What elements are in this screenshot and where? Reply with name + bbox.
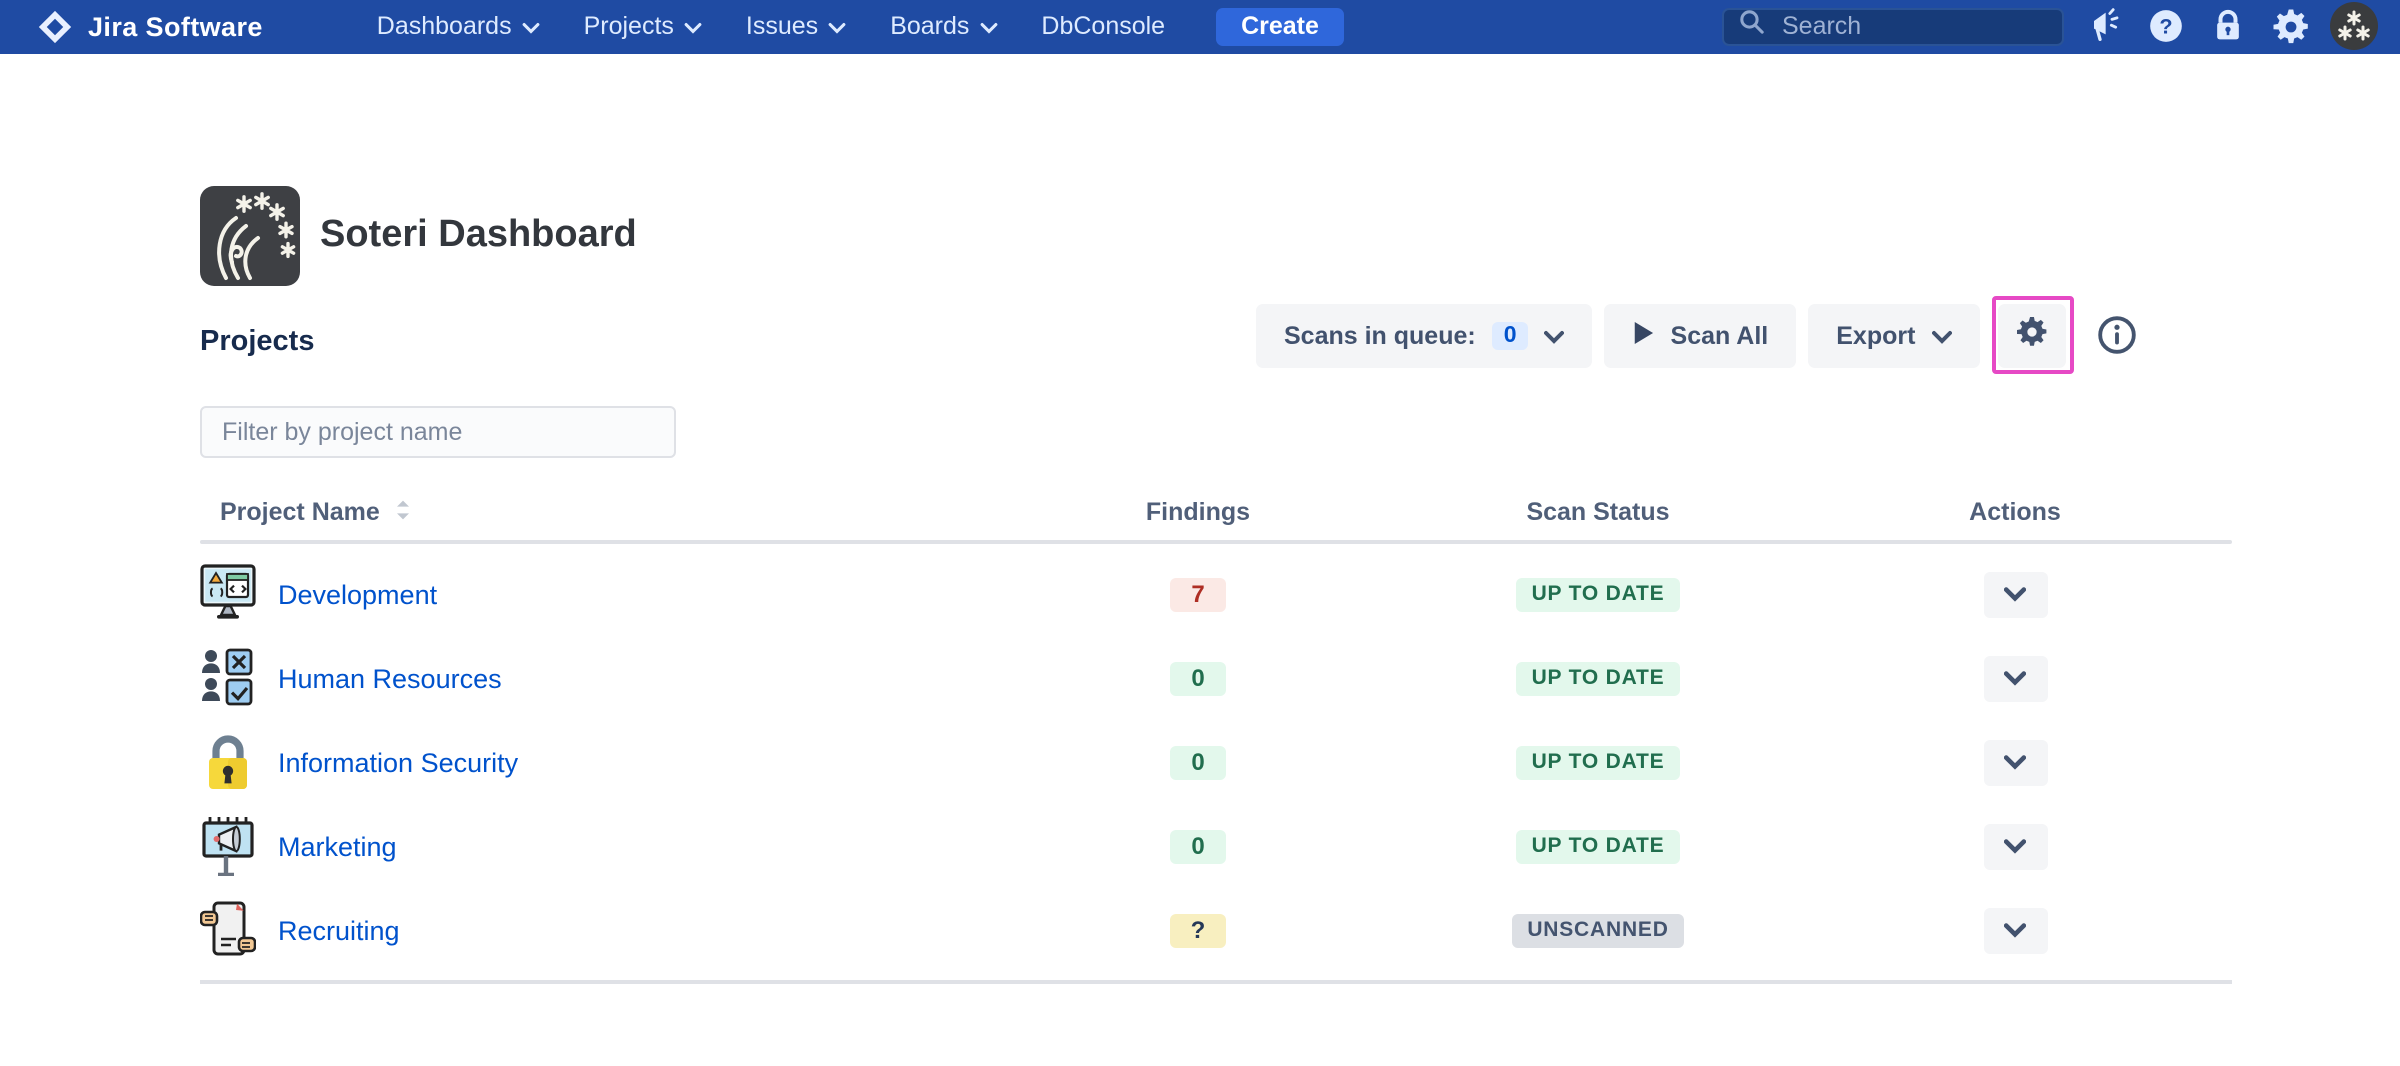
gear-icon	[2014, 314, 2050, 356]
brand-label: Jira Software	[88, 11, 263, 42]
billboard-megaphone-icon	[200, 816, 256, 876]
search-input[interactable]	[1778, 10, 2048, 43]
settings-highlight-box	[1991, 296, 2074, 374]
row-actions-dropdown[interactable]	[1983, 823, 2047, 869]
chevron-down-icon	[522, 13, 540, 41]
findings-badge: 7	[1170, 577, 1226, 611]
scan-all-button[interactable]: Scan All	[1604, 303, 1797, 367]
project-name-header-label: Project Name	[220, 498, 380, 526]
help-icon[interactable]: ?	[2144, 5, 2188, 49]
project-link[interactable]: Recruiting	[278, 915, 400, 945]
chevron-down-icon	[1544, 321, 1565, 349]
sort-icon	[394, 497, 412, 527]
nav-item-boards[interactable]: Boards	[868, 0, 1019, 53]
search-icon	[1738, 8, 1766, 46]
row-actions-dropdown[interactable]	[1983, 739, 2047, 785]
project-link[interactable]: Marketing	[278, 831, 397, 861]
findings-badge: 0	[1170, 745, 1226, 779]
findings-badge: 0	[1170, 661, 1226, 695]
nav-search[interactable]	[1722, 7, 2064, 46]
scans-in-queue-dropdown[interactable]: Scans in queue: 0	[1256, 303, 1593, 367]
monitor-code-icon	[200, 564, 256, 624]
project-filter-input[interactable]	[200, 406, 676, 458]
dashboard-settings-gear-button[interactable]	[1998, 303, 2067, 367]
scan-all-label: Scan All	[1670, 321, 1769, 349]
top-nav: Jira Software Dashboards Projects Issues…	[0, 0, 2400, 53]
row-actions-dropdown[interactable]	[1983, 655, 2047, 701]
chevron-down-icon	[1931, 321, 1952, 349]
nav-item-dashboards[interactable]: Dashboards	[355, 0, 562, 53]
projects-heading: Projects	[200, 326, 315, 358]
jira-brand[interactable]: Jira Software	[36, 8, 263, 46]
header-divider	[200, 540, 2232, 544]
project-link[interactable]: Information Security	[278, 747, 518, 777]
page-title: Soteri Dashboard	[320, 214, 637, 256]
scan-status-badge: UP TO DATE	[1515, 577, 1681, 611]
table-row: Information Security 0 UP TO DATE	[200, 720, 2232, 804]
project-link[interactable]: Human Resources	[278, 663, 502, 693]
scans-in-queue-label: Scans in queue:	[1284, 321, 1476, 349]
lock-icon[interactable]	[2206, 5, 2250, 49]
table-rows: Development 7 UP TO DATE Human Resources…	[200, 552, 2232, 972]
project-link[interactable]: Development	[278, 579, 437, 609]
info-icon[interactable]	[2095, 313, 2139, 357]
queue-count-badge: 0	[1491, 321, 1529, 349]
announcement-icon[interactable]	[2082, 5, 2126, 49]
padlock-icon	[200, 732, 256, 792]
toolbar: Scans in queue: 0 Scan All Export	[1256, 296, 2139, 374]
table-bottom-divider	[200, 980, 2232, 984]
row-actions-dropdown[interactable]	[1983, 571, 2047, 617]
jira-logo-icon	[36, 8, 74, 46]
findings-badge: ?	[1170, 913, 1226, 947]
svg-text:?: ?	[2159, 14, 2172, 39]
column-header-scan-status: Scan Status	[1526, 498, 1670, 526]
play-icon	[1633, 319, 1655, 351]
resume-hands-icon	[200, 900, 256, 960]
nav-menu: Dashboards Projects Issues Boards DbCons…	[355, 0, 1187, 53]
export-dropdown[interactable]: Export	[1808, 303, 1980, 367]
settings-gear-icon[interactable]	[2268, 5, 2312, 49]
table-row: Human Resources 0 UP TO DATE	[200, 636, 2232, 720]
nav-item-projects[interactable]: Projects	[562, 0, 724, 53]
table-row: Recruiting ? UNSCANNED	[200, 888, 2232, 972]
scan-status-badge: UP TO DATE	[1515, 745, 1681, 779]
nav-item-dbconsole[interactable]: DbConsole	[1019, 0, 1187, 53]
nav-item-issues[interactable]: Issues	[724, 0, 868, 53]
export-label: Export	[1836, 321, 1916, 349]
scan-status-badge: UP TO DATE	[1515, 661, 1681, 695]
findings-badge: 0	[1170, 829, 1226, 863]
chevron-down-icon	[828, 13, 846, 41]
column-header-project-name[interactable]: Project Name	[200, 497, 998, 527]
table-row: Marketing 0 UP TO DATE	[200, 804, 2232, 888]
column-header-actions: Actions	[1969, 498, 2061, 526]
chevron-down-icon	[684, 13, 702, 41]
people-checklist-icon	[200, 648, 256, 708]
row-actions-dropdown[interactable]	[1983, 907, 2047, 953]
table-header: Project Name Findings Scan Status Action…	[200, 490, 2232, 534]
projects-table: Project Name Findings Scan Status Action…	[200, 490, 2232, 984]
table-row: Development 7 UP TO DATE	[200, 552, 2232, 636]
soteri-logo	[200, 186, 300, 286]
create-button[interactable]: Create	[1215, 7, 1345, 46]
nav-right-group: ?	[1722, 2, 2378, 51]
column-header-findings: Findings	[1145, 498, 1251, 526]
soteri-dashboard-page: Jira Software Dashboards Projects Issues…	[0, 0, 2400, 1066]
user-avatar[interactable]	[2330, 2, 2378, 51]
chevron-down-icon	[979, 13, 997, 41]
scan-status-badge: UNSCANNED	[1511, 913, 1685, 947]
scan-status-badge: UP TO DATE	[1515, 829, 1681, 863]
